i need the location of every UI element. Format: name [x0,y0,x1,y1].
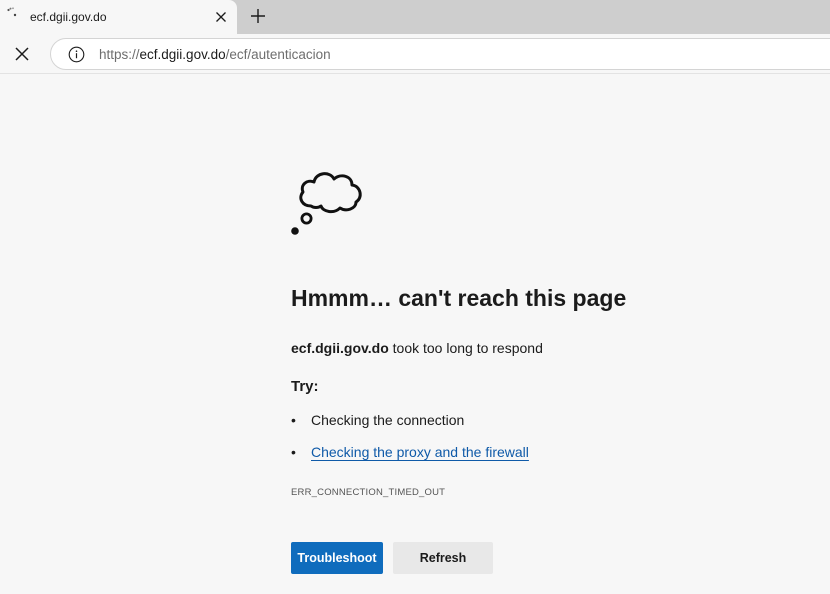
error-description: ecf.dgii.gov.do took too long to respond [291,340,543,356]
loading-spinner-icon [7,7,17,17]
refresh-button[interactable]: Refresh [393,542,493,574]
url-path: /ecf/autenticacion [225,47,331,62]
tab-title: ecf.dgii.gov.do [30,10,107,24]
suggestion-item: • Checking the proxy and the firewall [291,444,529,460]
active-tab[interactable]: ecf.dgii.gov.do [0,0,237,34]
tab-close-icon[interactable] [213,9,229,25]
proxy-firewall-link[interactable]: Checking the proxy and the firewall [311,444,529,460]
site-info-icon[interactable] [68,46,85,63]
error-page: Hmmm… can't reach this page ecf.dgii.gov… [0,75,830,594]
error-code: ERR_CONNECTION_TIMED_OUT [291,487,446,498]
new-tab-plus-icon[interactable] [249,7,267,25]
stop-loading-close-icon[interactable] [12,44,32,64]
browser-toolbar: https://ecf.dgii.gov.do/ecf/autenticacio… [0,34,830,74]
error-heading: Hmmm… can't reach this page [291,285,627,311]
bullet-marker: • [291,444,296,460]
suggestion-item: • Checking the connection [291,412,464,428]
url-scheme: https:// [99,47,140,62]
tab-strip: ecf.dgii.gov.do [0,0,830,34]
suggestion-text: Checking the connection [311,412,465,428]
url-host: ecf.dgii.gov.do [139,47,226,62]
error-host: ecf.dgii.gov.do [291,340,389,356]
thought-cloud-icon [291,172,362,235]
url-text[interactable]: https://ecf.dgii.gov.do/ecf/autenticacio… [99,47,331,62]
error-message: took too long to respond [388,340,543,356]
try-label: Try: [291,378,319,395]
troubleshoot-button[interactable]: Troubleshoot [291,542,383,574]
bullet-marker: • [291,412,296,428]
address-bar[interactable]: https://ecf.dgii.gov.do/ecf/autenticacio… [50,38,830,70]
